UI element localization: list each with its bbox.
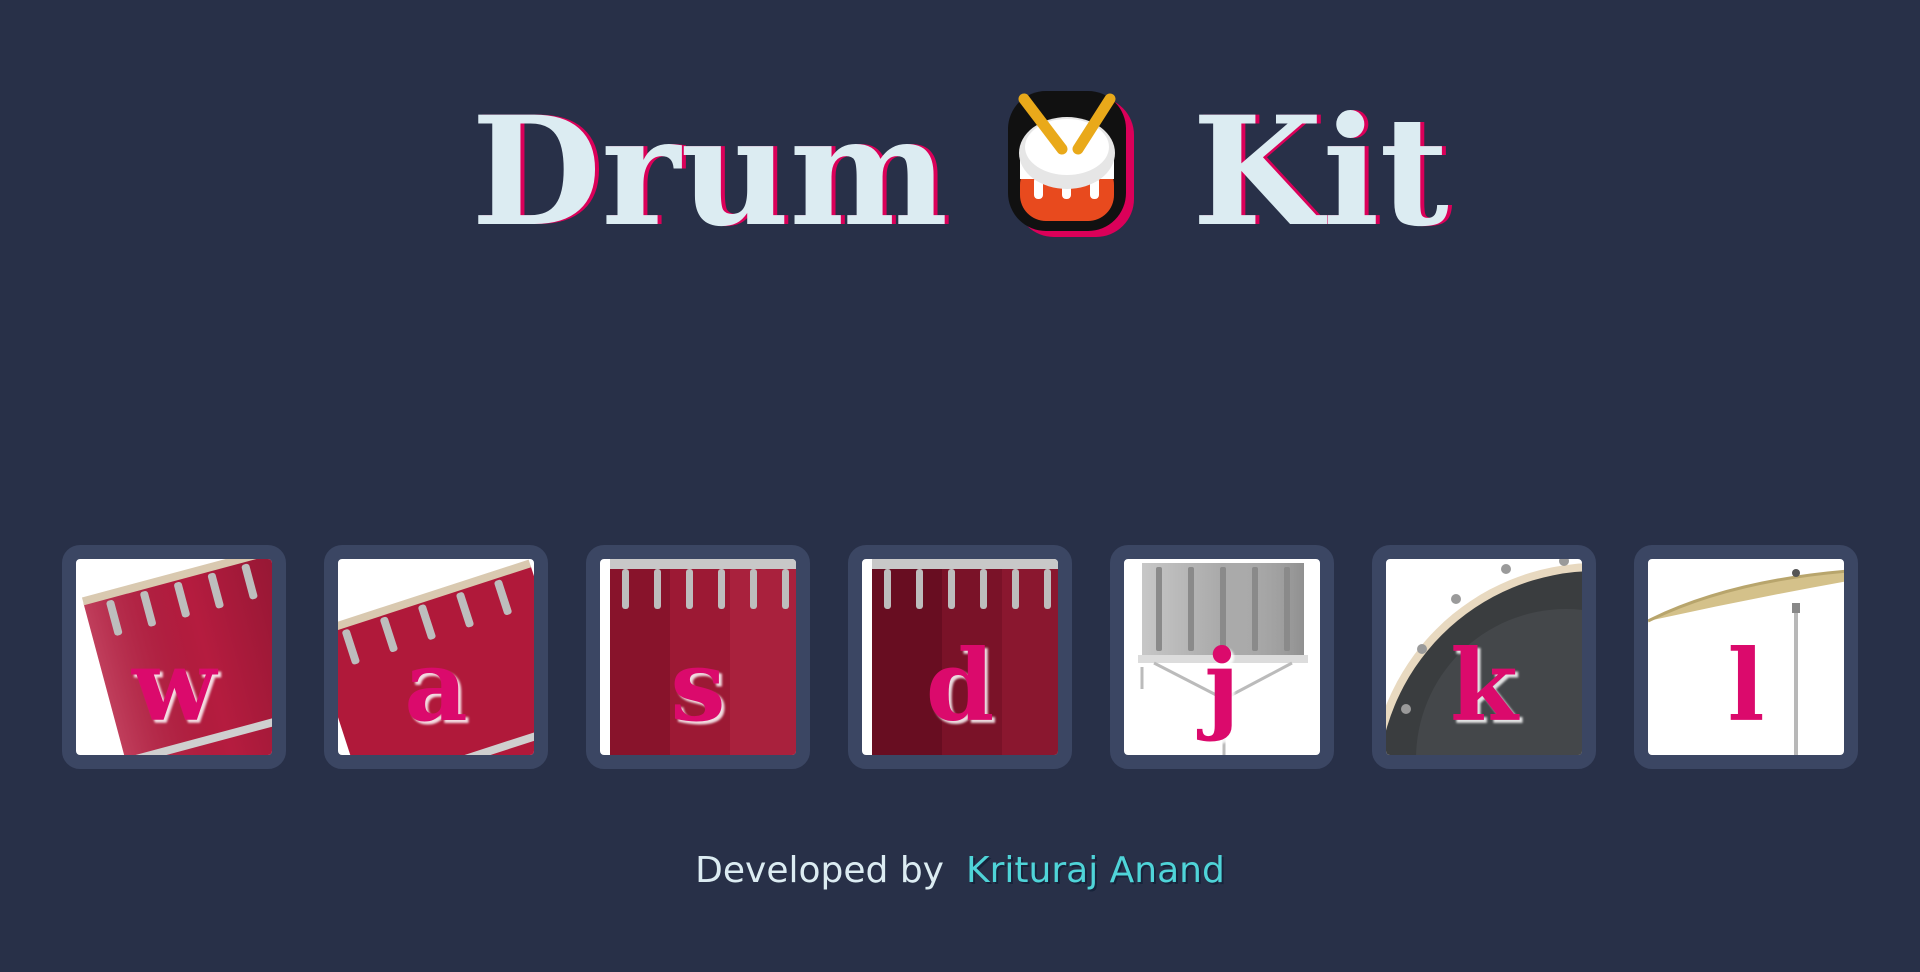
drum-pad-j[interactable]: j [1110, 545, 1334, 769]
drum-pad-d[interactable]: d [848, 545, 1072, 769]
drum-pad-l[interactable]: l [1634, 545, 1858, 769]
drum-icon [998, 77, 1148, 247]
pad-key-label: k [1450, 629, 1518, 744]
drum-pad-k[interactable]: k [1372, 545, 1596, 769]
page: Drum Kit w a s d j k l Developed by Krit… [0, 0, 1920, 972]
drum-pad-s[interactable]: s [586, 545, 810, 769]
drum-pad-w[interactable]: w [62, 545, 286, 769]
author-link[interactable]: Krituraj Anand [966, 850, 1225, 891]
drum-pad-a[interactable]: a [324, 545, 548, 769]
footer-prefix: Developed by [695, 850, 944, 891]
pad-key-label: w [131, 629, 217, 744]
pad-key-label: l [1727, 629, 1765, 744]
footer: Developed by Krituraj Anand [0, 850, 1920, 891]
page-title: Drum Kit [0, 64, 1920, 267]
pad-key-label: a [404, 629, 468, 744]
pad-key-label: j [1204, 629, 1240, 744]
title-word-kit: Kit [1192, 84, 1449, 261]
drum-pads: w a s d j k l [62, 545, 1858, 771]
pad-key-label: d [925, 629, 995, 744]
title-word-drum: Drum [471, 84, 949, 261]
pad-key-label: s [670, 629, 726, 744]
